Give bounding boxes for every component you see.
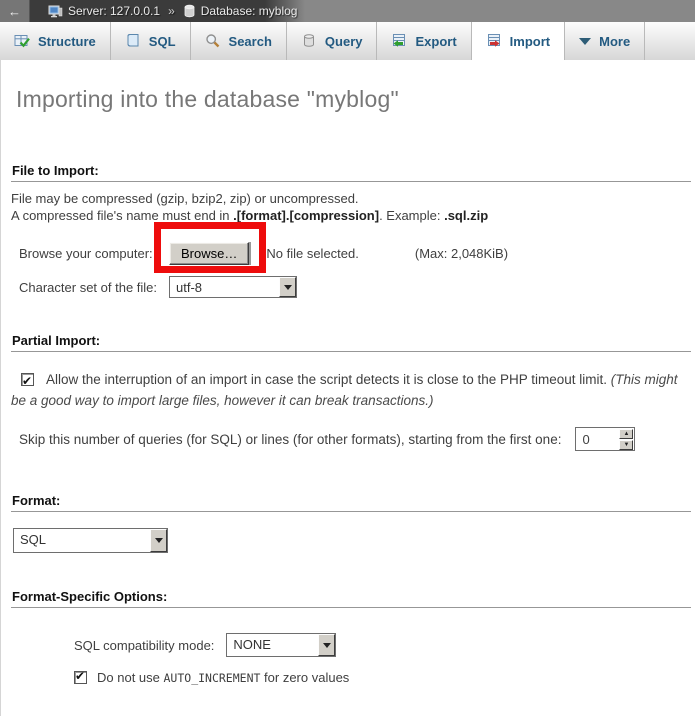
breadcrumb: Server: 127.0.0.1 » Database: myblog bbox=[48, 4, 297, 19]
tab-search[interactable]: Search bbox=[191, 22, 287, 60]
page-title: Importing into the database "myblog" bbox=[11, 60, 693, 113]
skip-queries-input[interactable]: 0 ▲ ▼ bbox=[575, 427, 635, 451]
structure-icon bbox=[14, 33, 30, 49]
sql-compat-select[interactable]: NONE bbox=[226, 633, 336, 657]
browse-row: Browse your computer: Browse… No file se… bbox=[11, 242, 693, 265]
allow-interruption-row: Allow the interruption of an import in c… bbox=[11, 369, 693, 411]
spinner-up-icon[interactable]: ▲ bbox=[619, 429, 633, 439]
tab-label: Export bbox=[415, 34, 456, 49]
section-heading-file-to-import: File to Import: bbox=[11, 163, 691, 182]
breadcrumb-database-link[interactable]: Database: myblog bbox=[201, 4, 298, 18]
tab-label: SQL bbox=[149, 34, 176, 49]
format-selected-value: SQL bbox=[14, 529, 52, 552]
server-icon bbox=[48, 4, 63, 19]
browse-button[interactable]: Browse… bbox=[169, 242, 249, 265]
format-select-row: SQL bbox=[11, 528, 693, 553]
skip-queries-value: 0 bbox=[576, 428, 618, 450]
compression-help-text: File may be compressed (gzip, bzip2, zip… bbox=[11, 191, 693, 224]
breadcrumb-server-link[interactable]: Server: 127.0.0.1 bbox=[68, 4, 160, 18]
tab-query[interactable]: Query bbox=[287, 22, 378, 60]
export-icon bbox=[391, 33, 407, 49]
tab-bar: Structure SQL Search Query bbox=[0, 22, 695, 60]
browse-label: Browse your computer: bbox=[19, 246, 169, 261]
query-icon bbox=[301, 33, 317, 49]
sql-compat-label: SQL compatibility mode: bbox=[74, 638, 214, 653]
section-heading-format-options: Format-Specific Options: bbox=[11, 589, 691, 608]
database-icon bbox=[183, 4, 196, 18]
spinner-buttons: ▲ ▼ bbox=[618, 428, 634, 450]
tab-label: Structure bbox=[38, 34, 96, 49]
chevron-down-icon bbox=[579, 38, 591, 45]
charset-selected-value: utf-8 bbox=[170, 277, 208, 297]
back-button[interactable]: ← bbox=[0, 0, 30, 22]
main-content: Importing into the database "myblog" Fil… bbox=[0, 60, 695, 716]
dropdown-arrow-icon bbox=[150, 529, 167, 552]
skip-queries-label: Skip this number of queries (for SQL) or… bbox=[19, 432, 561, 447]
import-icon bbox=[486, 33, 502, 49]
tab-structure[interactable]: Structure bbox=[0, 22, 111, 60]
max-size-note: (Max: 2,048KiB) bbox=[415, 246, 508, 261]
allow-interruption-label: Allow the interruption of an import in c… bbox=[46, 372, 611, 387]
tab-import[interactable]: Import bbox=[472, 22, 565, 60]
tab-more[interactable]: More bbox=[565, 22, 645, 60]
auto-increment-label: Do not use AUTO_INCREMENT for zero value… bbox=[97, 670, 349, 685]
charset-row: Character set of the file: utf-8 bbox=[11, 276, 693, 298]
charset-select[interactable]: utf-8 bbox=[169, 276, 297, 298]
tab-label: Import bbox=[510, 34, 550, 49]
tab-bar-filler bbox=[645, 22, 695, 60]
spinner-down-icon[interactable]: ▼ bbox=[619, 440, 633, 450]
section-heading-partial-import: Partial Import: bbox=[11, 333, 691, 352]
dropdown-arrow-icon bbox=[279, 277, 296, 297]
tab-export[interactable]: Export bbox=[377, 22, 471, 60]
section-heading-format: Format: bbox=[11, 493, 691, 512]
auto-increment-checkbox[interactable] bbox=[74, 671, 87, 684]
tab-label: Query bbox=[325, 34, 363, 49]
search-icon bbox=[205, 33, 221, 49]
breadcrumb-bar: ← Server: 127.0.0.1 » Database: myblog bbox=[0, 0, 695, 22]
tab-label: Search bbox=[229, 34, 272, 49]
no-file-selected-text: No file selected. bbox=[266, 246, 359, 261]
skip-queries-row: Skip this number of queries (for SQL) or… bbox=[11, 427, 693, 451]
sql-icon bbox=[125, 33, 141, 49]
sql-compat-row: SQL compatibility mode: NONE bbox=[11, 633, 693, 657]
back-arrow-icon: ← bbox=[8, 4, 21, 19]
format-select[interactable]: SQL bbox=[13, 528, 168, 553]
tab-label: More bbox=[599, 34, 630, 49]
sql-compat-selected-value: NONE bbox=[227, 634, 277, 656]
auto-increment-row: Do not use AUTO_INCREMENT for zero value… bbox=[11, 670, 693, 685]
breadcrumb-separator: » bbox=[168, 4, 175, 18]
tab-sql[interactable]: SQL bbox=[111, 22, 191, 60]
allow-interruption-checkbox[interactable] bbox=[21, 373, 34, 386]
charset-label: Character set of the file: bbox=[19, 280, 169, 295]
dropdown-arrow-icon bbox=[318, 634, 335, 656]
